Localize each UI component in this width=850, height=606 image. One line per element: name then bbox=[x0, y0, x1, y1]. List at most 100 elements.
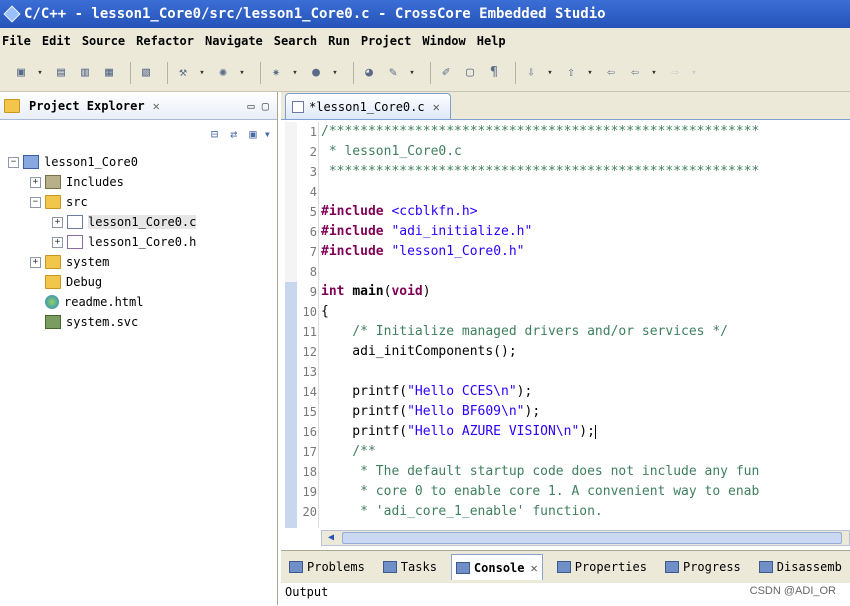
back-icon[interactable]: ⇦ bbox=[626, 64, 644, 82]
editor-tab[interactable]: *lesson1_Core0.c ✕ bbox=[285, 93, 451, 119]
highlight-icon[interactable]: ✐ bbox=[437, 64, 455, 82]
last-edit-icon[interactable]: ⇦ bbox=[602, 64, 620, 82]
menu-search[interactable]: Search bbox=[274, 34, 317, 48]
tree-item[interactable]: + system bbox=[0, 252, 277, 272]
project-tree: − lesson1_Core0 + Includes − src + lesson1_Core… bbox=[0, 148, 277, 332]
code-line[interactable]: 10 { bbox=[281, 302, 850, 322]
code-line[interactable]: 19 * core 0 to enable core 1. A convenie… bbox=[281, 482, 850, 502]
expand-icon[interactable]: + bbox=[52, 236, 63, 248]
collapse-all-icon[interactable]: ⊟ bbox=[211, 127, 218, 141]
scroll-left-icon[interactable]: ◀ bbox=[324, 531, 338, 545]
save-icon[interactable]: ▤ bbox=[52, 64, 70, 82]
whitespace-icon[interactable]: ¶ bbox=[485, 64, 503, 82]
code-text: * 'adi_core_1_enable' function. bbox=[321, 504, 603, 519]
debug-icon[interactable]: ✷ bbox=[267, 64, 285, 82]
menu-file[interactable]: File bbox=[2, 34, 31, 48]
tool-dropdown-icon[interactable]: ▾ bbox=[408, 64, 416, 82]
build-dropdown-icon[interactable]: ▾ bbox=[198, 64, 206, 82]
menu-source[interactable]: Source bbox=[82, 34, 125, 48]
menu-project[interactable]: Project bbox=[361, 34, 412, 48]
binary-icon[interactable]: ▧ bbox=[137, 64, 155, 82]
tree-item[interactable]: − src bbox=[0, 192, 277, 212]
tree-item[interactable]: Debug bbox=[0, 272, 277, 292]
project-explorer-tab[interactable]: Project Explorer ✕ ▭ ▢ bbox=[0, 92, 277, 120]
forward-icon[interactable]: ⇨ bbox=[666, 64, 684, 82]
tree-item[interactable]: system.svc bbox=[0, 312, 277, 332]
print-icon[interactable]: ▦ bbox=[100, 64, 118, 82]
close-icon[interactable]: ✕ bbox=[153, 99, 160, 113]
tab-tasks[interactable]: Tasks bbox=[379, 554, 441, 580]
code-line[interactable]: 17 /** bbox=[281, 442, 850, 462]
link-editor-icon[interactable]: ⇄ bbox=[230, 127, 237, 141]
expand-icon[interactable]: + bbox=[30, 176, 41, 188]
tab-console[interactable]: Console ✕ bbox=[450, 554, 543, 580]
tree-item[interactable]: − lesson1_Core0 bbox=[0, 152, 277, 172]
tree-item[interactable]: + Includes bbox=[0, 172, 277, 192]
tree-item[interactable]: readme.html bbox=[0, 292, 277, 312]
next-annotation-icon[interactable]: ⇩ bbox=[522, 64, 540, 82]
menu-window[interactable]: Window bbox=[422, 34, 465, 48]
target-dropdown-icon[interactable]: ▾ bbox=[238, 64, 246, 82]
tab-disassemb[interactable]: Disassemb bbox=[755, 554, 846, 580]
code-line[interactable]: 3 **************************************… bbox=[281, 162, 850, 182]
code-line[interactable]: 2 * lesson1_Core0.c bbox=[281, 142, 850, 162]
tab-problems[interactable]: Problems bbox=[285, 554, 369, 580]
prev-annotation-icon[interactable]: ⇧ bbox=[562, 64, 580, 82]
new-dropdown-icon[interactable]: ▾ bbox=[36, 64, 44, 82]
code-area[interactable]: 1/**************************************… bbox=[281, 122, 850, 528]
block-select-icon[interactable]: ▢ bbox=[461, 64, 479, 82]
code-line[interactable]: 7 #include "lesson1_Core0.h" bbox=[281, 242, 850, 262]
code-line[interactable]: 20 * 'adi_core_1_enable' function. bbox=[281, 502, 850, 522]
code-line[interactable]: 8 bbox=[281, 262, 850, 282]
console-icon bbox=[455, 561, 470, 574]
new-icon[interactable]: ▣ bbox=[12, 64, 30, 82]
collapse-icon[interactable]: − bbox=[30, 196, 41, 208]
tab-progress[interactable]: Progress bbox=[661, 554, 745, 580]
code-line[interactable]: 13 bbox=[281, 362, 850, 382]
code-line[interactable]: 11 /* Initialize managed drivers and/or … bbox=[281, 322, 850, 342]
code-line[interactable]: 5 #include <ccblkfn.h> bbox=[281, 202, 850, 222]
menu-edit[interactable]: Edit bbox=[42, 34, 71, 48]
expand-icon[interactable]: + bbox=[52, 216, 63, 228]
expand-icon[interactable]: + bbox=[30, 256, 41, 268]
tree-item-label: lesson1_Core0.c bbox=[88, 215, 197, 229]
code-line[interactable]: 4 bbox=[281, 182, 850, 202]
next-annotation-dropdown-icon[interactable]: ▾ bbox=[546, 64, 554, 82]
horizontal-scrollbar[interactable]: ◀ bbox=[321, 530, 850, 546]
tab-label: Tasks bbox=[400, 560, 437, 574]
code-line[interactable]: 12 adi_initComponents(); bbox=[281, 342, 850, 362]
tree-item[interactable]: + lesson1_Core0.c bbox=[0, 212, 277, 232]
tree-item[interactable]: + lesson1_Core0.h bbox=[0, 232, 277, 252]
target-icon[interactable]: ✺ bbox=[214, 64, 232, 82]
build-icon[interactable]: ⚒ bbox=[174, 64, 192, 82]
collapse-icon[interactable]: − bbox=[8, 156, 19, 168]
window-titlebar: C/C++ - lesson1_Core0/src/lesson1_Core0.… bbox=[0, 0, 850, 28]
code-line[interactable]: 15 printf("Hello BF609\n"); bbox=[281, 402, 850, 422]
tool-icon[interactable]: ✎ bbox=[384, 64, 402, 82]
code-line[interactable]: 6 #include "adi_initialize.h" bbox=[281, 222, 850, 242]
minimize-maximize-icon[interactable]: ▭ ▢ bbox=[247, 99, 269, 113]
line-number: 19 bbox=[302, 485, 317, 499]
code-line[interactable]: 18 * The default startup code does not i… bbox=[281, 462, 850, 482]
menu-navigate[interactable]: Navigate bbox=[205, 34, 263, 48]
code-line[interactable]: 9 int main(void) bbox=[281, 282, 850, 302]
close-icon[interactable]: ✕ bbox=[531, 561, 538, 575]
prev-annotation-dropdown-icon[interactable]: ▾ bbox=[586, 64, 594, 82]
tab-properties[interactable]: Properties bbox=[553, 554, 651, 580]
run-icon[interactable]: ● bbox=[307, 64, 325, 82]
menu-help[interactable]: Help bbox=[477, 34, 506, 48]
back-dropdown-icon[interactable]: ▾ bbox=[650, 64, 658, 82]
save-all-icon[interactable]: ▥ bbox=[76, 64, 94, 82]
menu-refactor[interactable]: Refactor bbox=[136, 34, 194, 48]
code-line[interactable]: 16 printf("Hello AZURE VISION\n"); bbox=[281, 422, 850, 442]
open-type-icon[interactable]: ◕ bbox=[360, 64, 378, 82]
menu-run[interactable]: Run bbox=[328, 34, 350, 48]
scrollbar-thumb[interactable] bbox=[342, 532, 842, 544]
close-icon[interactable]: ✕ bbox=[433, 100, 440, 114]
run-dropdown-icon[interactable]: ▾ bbox=[331, 64, 339, 82]
code-line[interactable]: 14 printf("Hello CCES\n"); bbox=[281, 382, 850, 402]
code-line[interactable]: 1 /**************************************… bbox=[281, 122, 850, 142]
view-menu-icon[interactable]: ▣ ▾ bbox=[249, 127, 271, 141]
debug-dropdown-icon[interactable]: ▾ bbox=[291, 64, 299, 82]
forward-dropdown-icon[interactable]: ▾ bbox=[690, 64, 698, 82]
